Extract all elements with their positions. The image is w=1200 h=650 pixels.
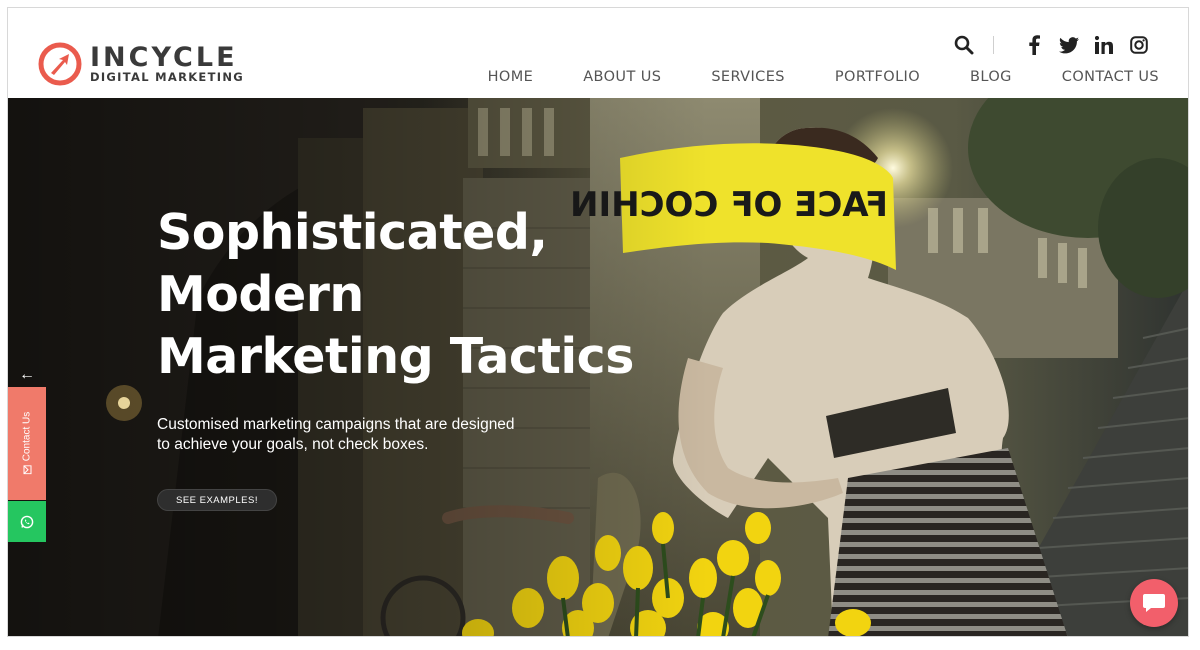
logo-mark-icon xyxy=(38,42,82,86)
header-utilities xyxy=(953,34,1150,56)
nav-item-home[interactable]: HOME xyxy=(488,69,534,85)
side-tab-arrow-icon[interactable]: ← xyxy=(8,364,46,386)
brand-logo[interactable]: INCYCLE DIGITAL MARKETING xyxy=(38,42,244,86)
nav-item-services[interactable]: SERVICES xyxy=(711,69,785,85)
whatsapp-button[interactable] xyxy=(8,501,46,542)
search-icon[interactable] xyxy=(953,34,975,56)
hero-subtitle-line: Customised marketing campaigns that are … xyxy=(157,416,515,433)
whatsapp-icon xyxy=(20,515,34,528)
contact-us-label: Contact Us xyxy=(21,411,33,462)
nav-item-blog[interactable]: BLOG xyxy=(970,69,1012,85)
twitter-icon[interactable] xyxy=(1058,34,1080,56)
see-examples-button[interactable]: SEE EXAMPLES! xyxy=(157,489,277,511)
chat-bubble-icon xyxy=(1143,594,1165,612)
mail-icon xyxy=(23,465,31,475)
page-frame: INCYCLE DIGITAL MARKETING HOME ABOUT US … xyxy=(7,7,1189,637)
hero-title-line: Modern xyxy=(157,266,364,323)
hero-subtitle: Customised marketing campaigns that are … xyxy=(157,415,537,455)
hero-title: Sophisticated, Modern Marketing Tactics xyxy=(157,202,757,388)
nav-item-contact-us[interactable]: CONTACT US xyxy=(1062,69,1159,85)
contact-us-side-tab[interactable]: Contact Us xyxy=(8,387,46,500)
nav-item-about-us[interactable]: ABOUT US xyxy=(583,69,661,85)
hero-title-line: Sophisticated, xyxy=(157,204,548,261)
instagram-icon[interactable] xyxy=(1128,34,1150,56)
hero-subtitle-line: to achieve your goals, not check boxes. xyxy=(157,436,429,453)
nav-item-portfolio[interactable]: PORTFOLIO xyxy=(835,69,920,85)
brand-tagline: DIGITAL MARKETING xyxy=(90,70,244,85)
hero-section: FACE OF COCHIN Sophisticated, Modern Mar… xyxy=(8,98,1188,636)
main-nav: HOME ABOUT US SERVICES PORTFOLIO BLOG CO… xyxy=(438,69,1159,85)
header-divider xyxy=(993,36,994,54)
chat-widget-button[interactable] xyxy=(1130,579,1178,627)
site-header: INCYCLE DIGITAL MARKETING HOME ABOUT US … xyxy=(8,8,1188,98)
facebook-icon[interactable] xyxy=(1023,34,1045,56)
brand-name: INCYCLE xyxy=(90,42,238,74)
linkedin-icon[interactable] xyxy=(1093,34,1115,56)
hero-title-line: Marketing Tactics xyxy=(157,328,634,385)
